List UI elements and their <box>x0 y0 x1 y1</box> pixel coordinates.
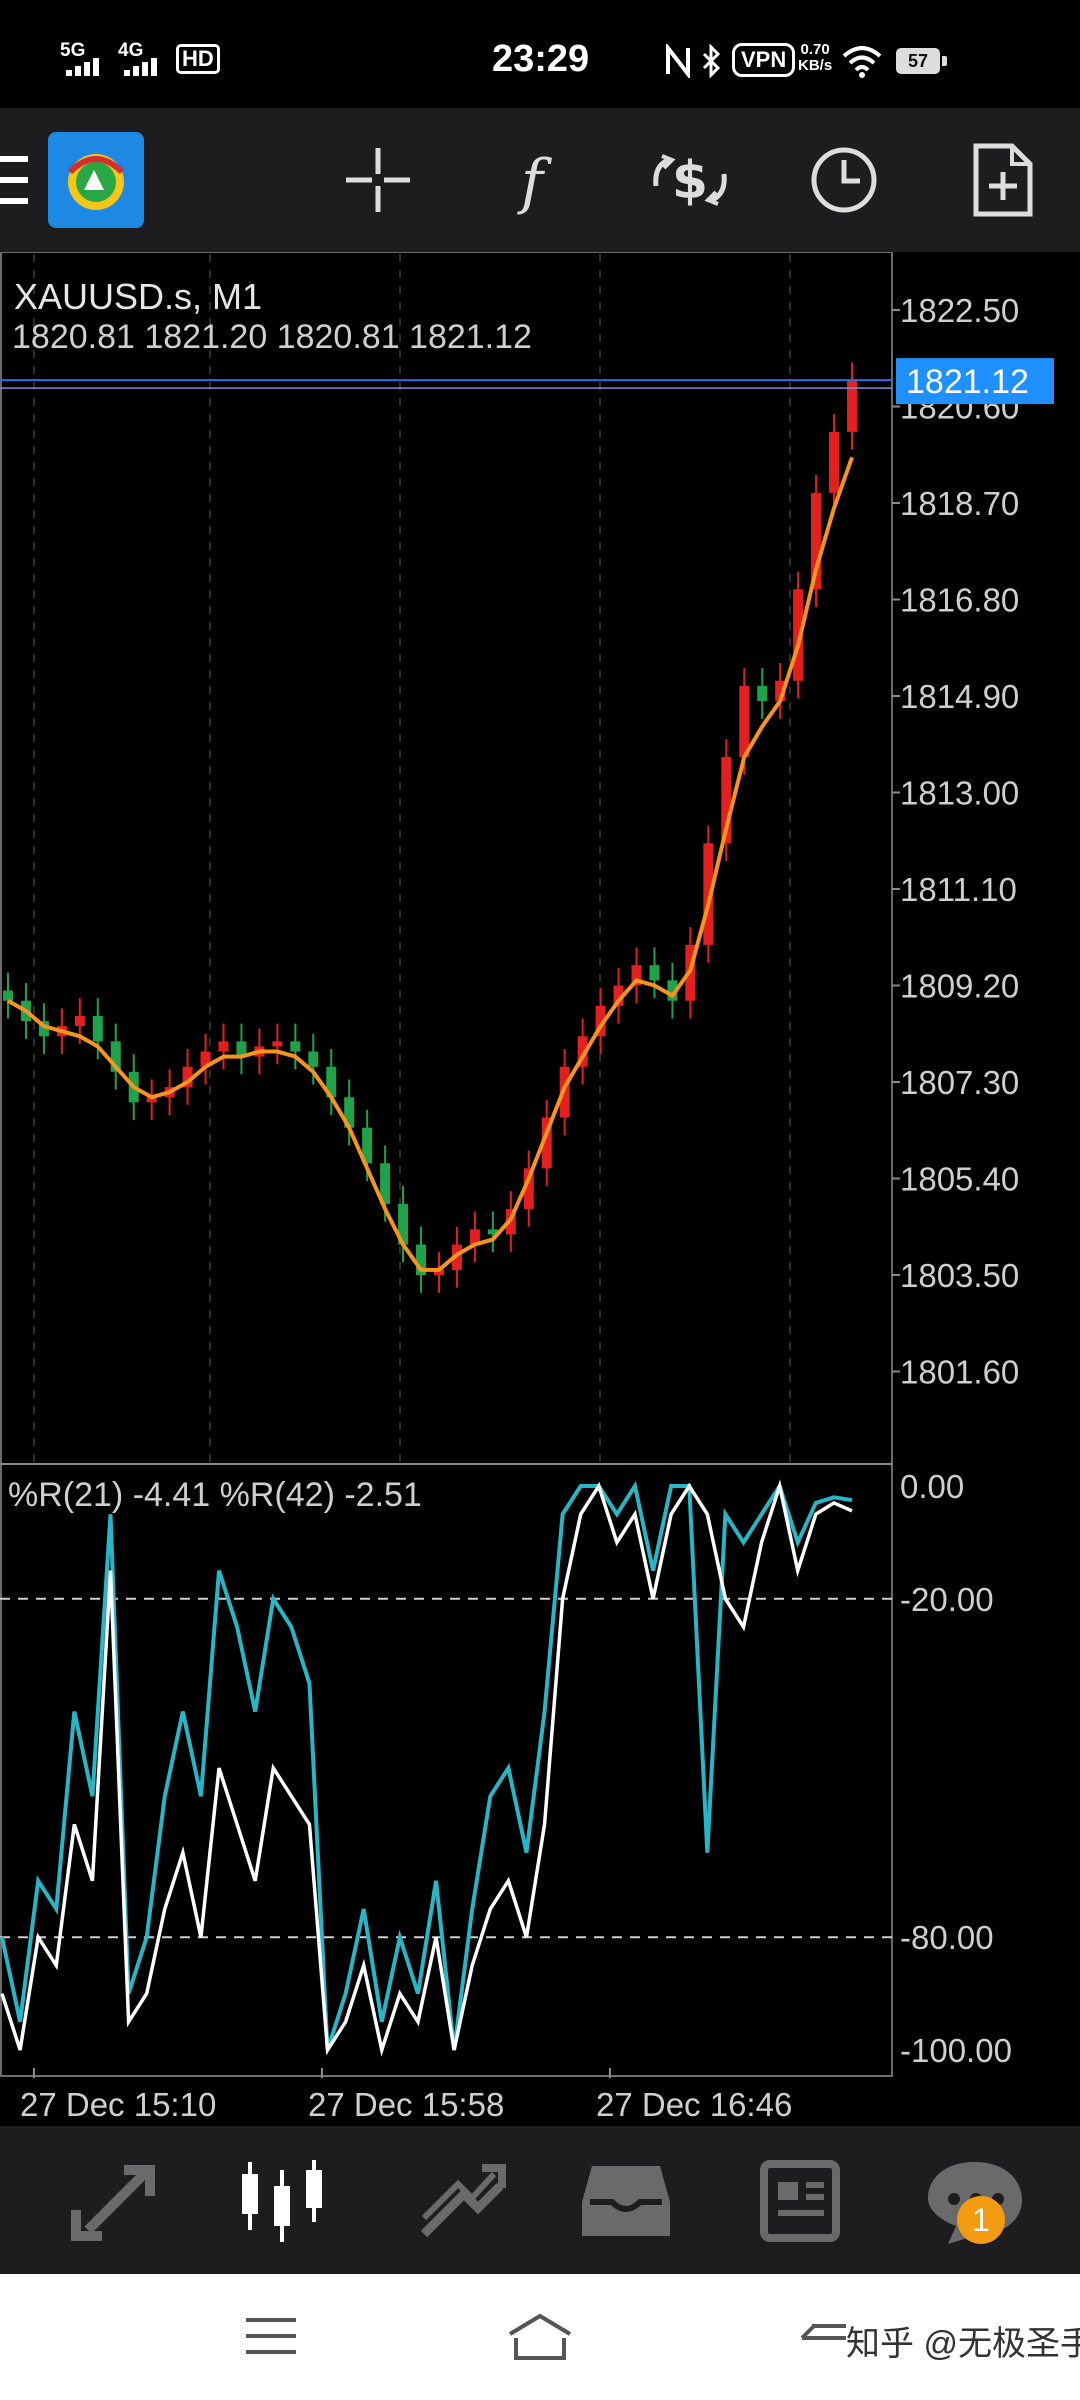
candle-body <box>757 685 768 702</box>
price-tick-label: 1805.40 <box>900 1161 1019 1198</box>
wifi-icon <box>842 46 882 78</box>
nfc-icon <box>666 44 690 78</box>
price-tick-label: 1816.80 <box>900 582 1019 619</box>
price-tick-label: 1813.00 <box>900 775 1019 812</box>
candle-body <box>92 1015 103 1042</box>
crosshair-icon[interactable] <box>342 144 414 216</box>
price-chart[interactable]: 1822.501820.601818.701816.801814.901813.… <box>0 252 1080 2126</box>
symbol-label: XAUUSD.s, M1 <box>14 276 263 317</box>
indicator-tick-label: -100.00 <box>900 2032 1012 2069</box>
candle-body <box>74 1015 85 1027</box>
metatrader-logo-icon[interactable] <box>48 132 144 228</box>
recent-apps-icon[interactable] <box>244 2314 300 2360</box>
time-axis-label: 27 Dec 16:46 <box>596 2086 792 2123</box>
messages-badge: 1 <box>957 2196 1005 2244</box>
battery-level: 57 <box>896 48 940 74</box>
chart-tab-icon[interactable] <box>196 2126 368 2274</box>
price-tick-label: 1809.20 <box>900 968 1019 1005</box>
wpr42-line <box>0 1480 853 2051</box>
back-icon[interactable] <box>796 2314 852 2360</box>
news-icon[interactable] <box>712 2126 884 2274</box>
timeframe-clock-icon[interactable] <box>808 144 880 216</box>
indicator-tick-label: -80.00 <box>900 1919 994 1956</box>
time-axis-label: 27 Dec 15:58 <box>308 2086 504 2123</box>
bluetooth-icon <box>702 44 721 78</box>
signal-strength-icon <box>66 58 99 76</box>
price-tick-label: 1803.50 <box>900 1257 1019 1294</box>
network-speed-value: 0.70 <box>800 41 830 58</box>
watermark: 知乎 @无极圣手 <box>846 2325 1080 2363</box>
svg-text:f: f <box>517 147 553 216</box>
candle-body <box>649 965 660 981</box>
indicator-label: %R(21) -4.41 %R(42) -2.51 <box>8 1476 422 1514</box>
current-price-label: 1821.12 <box>906 363 1029 401</box>
quotes-icon[interactable] <box>24 2126 196 2274</box>
status-bar: 5G 4G HD 23:29 VPN 0.70 KB/s 57 <box>0 0 1080 108</box>
candle-body <box>290 1041 301 1052</box>
trade-tab-icon[interactable] <box>368 2126 540 2274</box>
new-order-icon[interactable] <box>972 142 1034 218</box>
ohlc-label: 1820.81 1821.20 1820.81 1821.12 <box>12 318 532 356</box>
candle-body <box>218 1041 229 1052</box>
bottom-tab-bar <box>0 2126 1080 2274</box>
network-speed-unit: KB/s <box>798 57 833 74</box>
time-axis-label: 27 Dec 15:10 <box>20 2086 216 2123</box>
price-tick-label: 1807.30 <box>900 1064 1019 1101</box>
price-tick-label: 1814.90 <box>900 678 1019 715</box>
price-tick-label: 1801.60 <box>900 1354 1019 1391</box>
candle-body <box>308 1051 319 1067</box>
candle-body <box>3 990 13 1001</box>
chart-toolbar: f $ <box>0 108 1080 252</box>
candle-body <box>272 1041 283 1047</box>
moving-average-line <box>7 456 854 1272</box>
price-tick-label: 1818.70 <box>900 485 1019 522</box>
indicators-icon[interactable]: f <box>504 144 560 216</box>
history-tab-icon[interactable] <box>540 2126 712 2274</box>
price-tick-label: 1811.10 <box>900 871 1017 908</box>
indicator-tick-label: -20.00 <box>900 1581 994 1618</box>
candle-body <box>829 431 840 493</box>
hd-voice-badge: HD <box>176 44 220 74</box>
battery-tip <box>942 56 947 66</box>
vpn-badge: VPN <box>732 43 796 77</box>
home-icon[interactable] <box>504 2310 576 2364</box>
trade-icon[interactable]: $ <box>650 142 730 218</box>
network-speed: 0.70 KB/s <box>798 42 832 74</box>
candle-body <box>739 685 750 757</box>
plot-frame <box>0 252 893 2077</box>
price-tick-label: 1822.50 <box>900 292 1019 329</box>
indicator-tick-label: 0.00 <box>900 1468 964 1505</box>
menu-icon[interactable] <box>0 152 30 208</box>
svg-text:$: $ <box>672 151 708 211</box>
signal-strength-2-icon <box>124 58 157 76</box>
chart-area[interactable]: 1822.50 1820.60 1818.70 1816.80 1814.90 1813.… <box>0 252 1080 2126</box>
clock-time: 23:29 <box>492 38 590 80</box>
